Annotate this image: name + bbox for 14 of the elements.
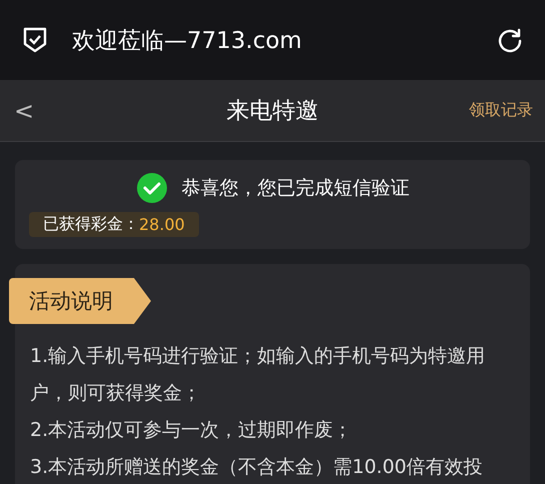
rule-text: 2.本活动仅可参与一次，过期即作废； bbox=[30, 418, 354, 443]
page-heading: 来电特邀 bbox=[226, 97, 318, 126]
records-link[interactable]: 领取记录 bbox=[469, 100, 545, 121]
page-title: 欢迎莅临—7713.com bbox=[72, 26, 303, 56]
section-tag: 活动说明 bbox=[9, 278, 151, 324]
bonus-value: 28.00 bbox=[139, 215, 185, 234]
check-circle-icon bbox=[136, 172, 168, 204]
rule-text: 3.本活动所赠送的奖金（不含本金）需10.00倍有效投 bbox=[30, 455, 484, 480]
reload-icon[interactable] bbox=[497, 27, 523, 53]
rule-text: 1.输入手机号码进行验证；如输入的手机号码为特邀用户，则可获得奖金； bbox=[30, 344, 486, 406]
success-message: 恭喜您，您已完成短信验证 bbox=[182, 176, 410, 201]
back-button[interactable]: < bbox=[0, 96, 48, 124]
shield-check-icon bbox=[22, 26, 48, 54]
bonus-label: 已获得彩金： bbox=[43, 214, 139, 235]
